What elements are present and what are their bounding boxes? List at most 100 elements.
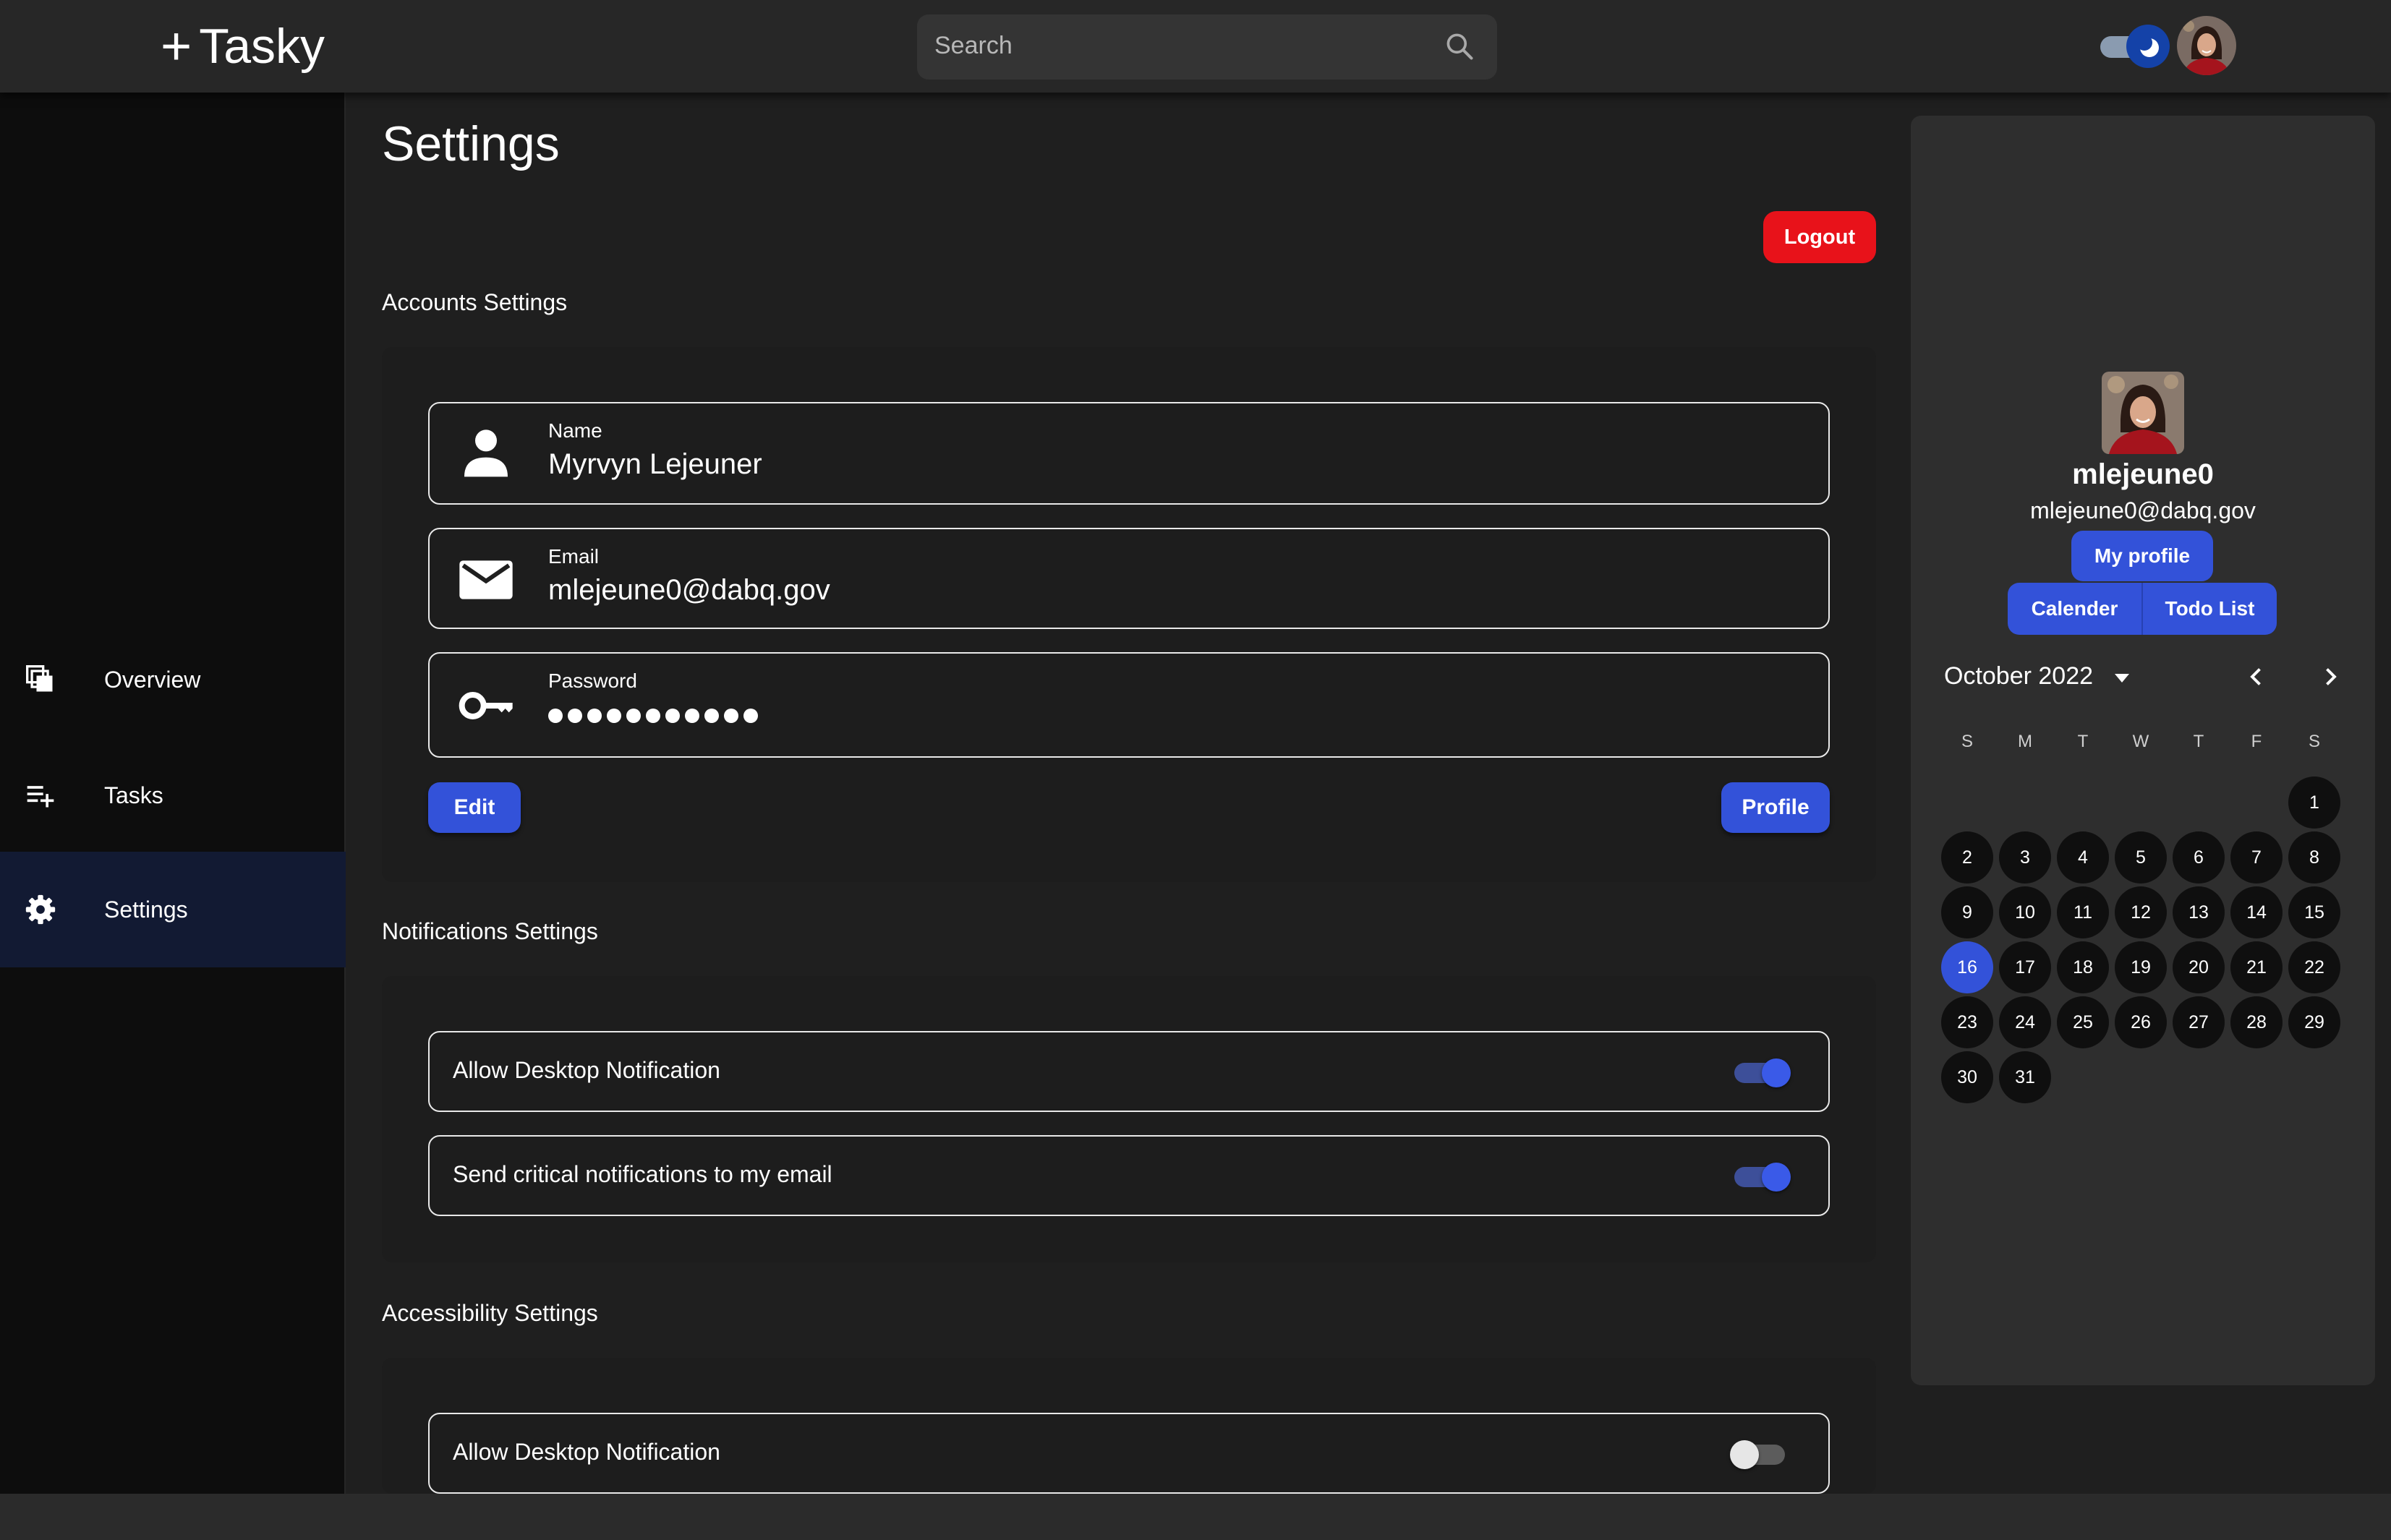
- tab-calendar[interactable]: Calender: [2008, 583, 2141, 635]
- calendar-day[interactable]: 28: [2230, 996, 2283, 1048]
- name-value: Myrvyn Lejeuner: [548, 448, 762, 480]
- calendar-day[interactable]: 11: [2057, 886, 2109, 938]
- calendar-day[interactable]: 17: [1999, 941, 2051, 993]
- profile-tabs: Calender Todo List: [2008, 583, 2277, 635]
- sidebar-item-label: Overview: [104, 666, 201, 693]
- calendar-day[interactable]: 12: [2115, 886, 2167, 938]
- calendar-day[interactable]: 4: [2057, 831, 2109, 884]
- setting-row[interactable]: Allow Desktop Notification: [428, 1031, 1830, 1112]
- profile-panel: mlejeune0 mlejeune0@dabq.gov My profile …: [1911, 116, 2375, 1385]
- my-profile-button[interactable]: My profile: [2071, 531, 2213, 581]
- weekday-label: F: [2251, 732, 2262, 751]
- password-dot: [743, 709, 758, 723]
- password-dot: [704, 709, 719, 723]
- calendar-day[interactable]: 27: [2173, 996, 2225, 1048]
- password-dot: [646, 709, 660, 723]
- search-input[interactable]: Search: [917, 14, 1497, 80]
- calendar-day[interactable]: 13: [2173, 886, 2225, 938]
- switch-thumb: [1730, 1440, 1759, 1469]
- profile-avatar: [2102, 372, 2184, 454]
- profile-username: mlejeune0: [2072, 458, 2214, 490]
- desktop-notification-switch[interactable]: [1733, 1054, 1791, 1090]
- calendar-day[interactable]: 2: [1941, 831, 1993, 884]
- weekday-label: S: [1961, 732, 1973, 751]
- gear-icon: [25, 894, 56, 925]
- calendar-day[interactable]: 10: [1999, 886, 2051, 938]
- weekday-label: T: [2077, 732, 2089, 751]
- password-dot: [587, 709, 602, 723]
- calendar-day[interactable]: 19: [2115, 941, 2167, 993]
- accessibility-notification-switch[interactable]: [1730, 1436, 1791, 1472]
- setting-row[interactable]: Allow Desktop Notification: [428, 1413, 1830, 1494]
- logout-button[interactable]: Logout: [1763, 211, 1876, 263]
- name-field[interactable]: Name Myrvyn Lejeuner: [428, 402, 1830, 505]
- profile-email: mlejeune0@dabq.gov: [2030, 497, 2256, 523]
- avatar-photo: [2177, 16, 2236, 75]
- calendar-day[interactable]: 3: [1999, 831, 2051, 884]
- calendar-month-label[interactable]: October 2022: [1944, 662, 2093, 690]
- email-label: Email: [548, 545, 600, 568]
- password-dot: [685, 709, 699, 723]
- calendar-day[interactable]: 5: [2115, 831, 2167, 884]
- dark-mode-thumb: [2126, 25, 2170, 68]
- calendar-day[interactable]: 18: [2057, 941, 2109, 993]
- sidebar-item-label: Tasks: [104, 782, 163, 808]
- email-notification-switch[interactable]: [1733, 1158, 1791, 1194]
- password-dot: [607, 709, 621, 723]
- calendar-day[interactable]: 9: [1941, 886, 1993, 938]
- calendar-day[interactable]: 22: [2288, 941, 2340, 993]
- weekday-label: S: [2308, 732, 2320, 751]
- notifications-settings-panel: [382, 976, 1876, 1262]
- person-icon: [464, 429, 508, 477]
- calendar-day[interactable]: 6: [2173, 831, 2225, 884]
- edit-button[interactable]: Edit: [428, 782, 521, 833]
- month-dropdown-icon[interactable]: [2115, 674, 2129, 683]
- email-field[interactable]: Email mlejeune0@dabq.gov: [428, 528, 1830, 629]
- sidebar-item-tasks[interactable]: Tasks: [0, 737, 346, 853]
- accounts-settings-heading: Accounts Settings: [382, 289, 568, 315]
- switch-thumb: [1762, 1058, 1791, 1087]
- calendar-day-selected[interactable]: 16: [1941, 941, 1993, 993]
- weekday-label: T: [2193, 732, 2204, 751]
- calendar-day[interactable]: 24: [1999, 996, 2051, 1048]
- accessibility-settings-heading: Accessibility Settings: [382, 1300, 598, 1326]
- chevron-right-icon[interactable]: [2317, 664, 2343, 690]
- bottom-strip: [0, 1494, 2391, 1540]
- weekday-label: M: [2018, 732, 2032, 751]
- user-avatar[interactable]: [2177, 16, 2236, 75]
- password-field[interactable]: Password: [428, 652, 1830, 758]
- calendar-day[interactable]: 21: [2230, 941, 2283, 993]
- setting-row[interactable]: Send critical notifications to my email: [428, 1135, 1830, 1216]
- app-bar: + Tasky Search: [0, 0, 2391, 93]
- overview-icon: [26, 665, 53, 692]
- mail-icon: [459, 560, 513, 599]
- weekday-label: W: [2132, 732, 2149, 751]
- notifications-settings-heading: Notifications Settings: [382, 918, 598, 944]
- calendar-day[interactable]: 8: [2288, 831, 2340, 884]
- password-label: Password: [548, 670, 637, 692]
- playlist-add-icon: [27, 786, 54, 808]
- profile-button[interactable]: Profile: [1721, 782, 1830, 833]
- calendar-day[interactable]: 30: [1941, 1051, 1993, 1103]
- sidebar-item-settings[interactable]: Settings: [0, 852, 346, 967]
- moon-icon: [2136, 35, 2159, 57]
- calendar-day[interactable]: 1: [2288, 777, 2340, 829]
- tab-todo-list[interactable]: Todo List: [2141, 583, 2277, 635]
- calendar-day[interactable]: 31: [1999, 1051, 2051, 1103]
- search-icon[interactable]: [1444, 30, 1475, 62]
- email-value: mlejeune0@dabq.gov: [548, 574, 830, 606]
- calendar-day[interactable]: 25: [2057, 996, 2109, 1048]
- calendar-day[interactable]: 14: [2230, 886, 2283, 938]
- calendar-day[interactable]: 23: [1941, 996, 1993, 1048]
- sidebar-item-overview[interactable]: Overview: [0, 622, 346, 737]
- calendar-day[interactable]: 29: [2288, 996, 2340, 1048]
- dark-mode-toggle[interactable]: [2097, 23, 2170, 69]
- calendar-day[interactable]: 7: [2230, 831, 2283, 884]
- calendar-day[interactable]: 26: [2115, 996, 2167, 1048]
- chevron-left-icon[interactable]: [2243, 664, 2269, 690]
- sidebar-item-label: Settings: [104, 896, 188, 923]
- calendar-day[interactable]: 15: [2288, 886, 2340, 938]
- sidebar: Overview Tasks Settings: [0, 93, 346, 1494]
- calendar-day[interactable]: 20: [2173, 941, 2225, 993]
- brand-logo[interactable]: + Tasky: [161, 16, 325, 77]
